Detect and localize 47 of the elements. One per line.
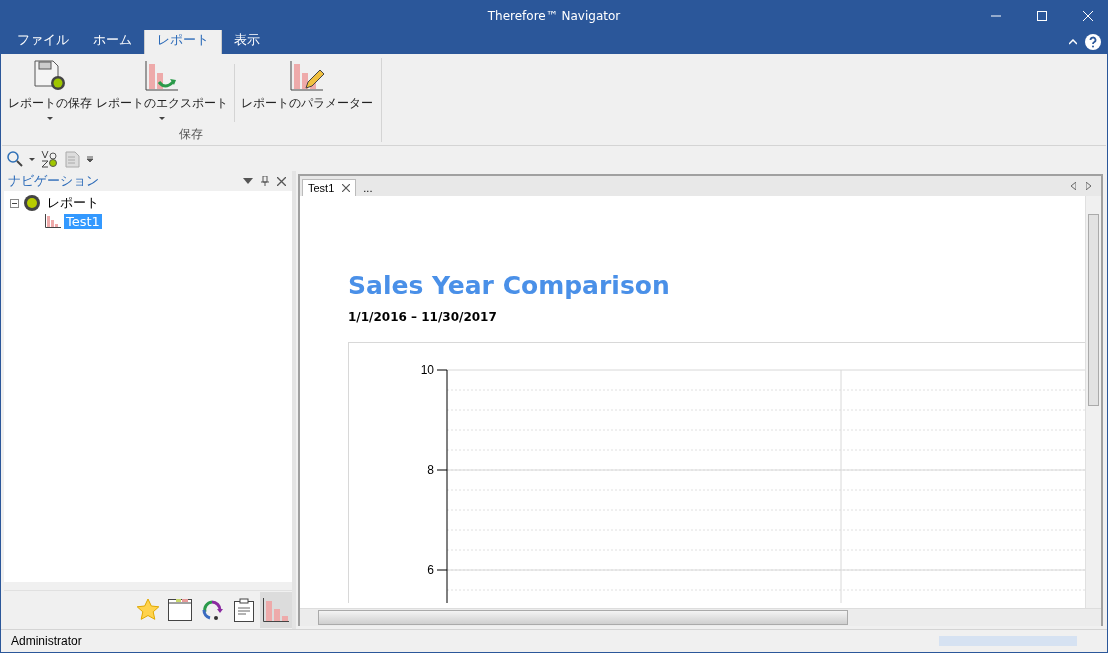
- ribbon-button[interactable]: レポートのパラメーター: [239, 58, 375, 122]
- user-name: Administrator: [11, 634, 82, 648]
- dropdown-caret-icon: [47, 117, 53, 120]
- axis-tick-label: 10: [420, 363, 434, 377]
- status-circle-icon: [24, 195, 40, 211]
- pin-icon[interactable]: [261, 176, 269, 186]
- horizontal-scrollbar[interactable]: [300, 608, 1101, 626]
- maximize-icon[interactable]: [1037, 11, 1047, 21]
- ribbon-group-label: 保存: [178, 126, 203, 143]
- document-tab[interactable]: ...: [358, 180, 378, 196]
- ribbon-tab[interactable]: 表示: [222, 27, 272, 54]
- scroll-left-icon[interactable]: [1071, 182, 1076, 190]
- axis-tick-label: 8: [427, 463, 434, 477]
- close-icon[interactable]: [342, 184, 351, 192]
- scroll-right-icon[interactable]: [1086, 182, 1091, 190]
- star-icon: [136, 598, 160, 622]
- clipboard-icon: [233, 598, 255, 622]
- close-icon[interactable]: [277, 176, 286, 186]
- collapse-icon[interactable]: [10, 198, 19, 208]
- ribbon-button[interactable]: レポートのエクスポート: [94, 58, 230, 122]
- help-icon[interactable]: [1085, 34, 1101, 50]
- bar-chart-icon: [263, 598, 289, 622]
- sort-icon[interactable]: [41, 150, 59, 168]
- dropdown-caret-icon[interactable]: [243, 178, 253, 184]
- tree-item[interactable]: レポート: [45, 194, 101, 212]
- dropdown-caret-icon[interactable]: [29, 157, 35, 161]
- navigation-button[interactable]: [260, 592, 292, 628]
- chart-export-icon: [145, 60, 179, 92]
- collapse-ribbon-icon[interactable]: [1069, 39, 1077, 45]
- search-icon[interactable]: [7, 151, 23, 167]
- window-title: Therefore™ Navigator: [487, 8, 621, 23]
- document-tab[interactable]: Test1: [302, 179, 357, 196]
- chart-pencil-icon: [290, 60, 324, 92]
- circular-arrows-icon: [200, 598, 224, 622]
- bar-chart-icon: [45, 214, 61, 228]
- dropdown-caret-icon: [159, 117, 165, 120]
- window-icon: [168, 598, 192, 622]
- vertical-scrollbar[interactable]: [1085, 196, 1101, 608]
- report-title: Sales Year Comparison: [348, 271, 671, 300]
- ribbon-tab[interactable]: ファイル: [5, 27, 81, 54]
- panel-title: ナビゲーション: [8, 172, 99, 190]
- ribbon-tab[interactable]: ホーム: [81, 27, 144, 54]
- overflow-icon[interactable]: [87, 156, 93, 162]
- report-date-range: 1/1/2016 – 11/30/2017: [348, 310, 498, 324]
- ribbon-button[interactable]: レポートの保存: [6, 58, 94, 122]
- floppy-disk-icon: [33, 60, 67, 92]
- axis-tick-label: 6: [427, 563, 434, 577]
